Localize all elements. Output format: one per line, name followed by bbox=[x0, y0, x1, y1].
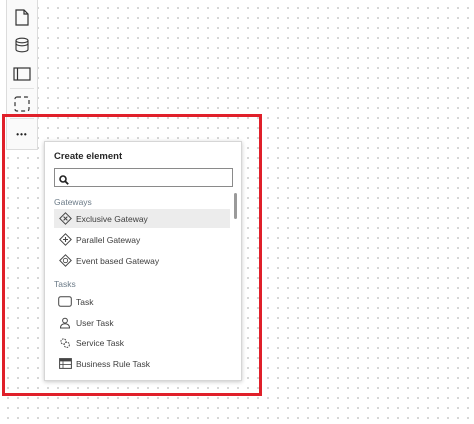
create-element-popup: Create element Gateways Exclusive Gatewa… bbox=[44, 141, 242, 381]
event-based-gateway-icon bbox=[54, 254, 76, 267]
search-box[interactable] bbox=[54, 168, 233, 187]
user-task-icon bbox=[54, 317, 76, 329]
element-list: Gateways Exclusive Gateway Parallel Gate… bbox=[45, 194, 235, 382]
business-rule-task-icon bbox=[54, 358, 76, 369]
search-input[interactable] bbox=[72, 171, 227, 184]
list-item-user-task[interactable]: User Task bbox=[54, 313, 230, 332]
create-pool-icon[interactable] bbox=[7, 60, 37, 88]
group-title-gateways: Gateways bbox=[54, 197, 92, 207]
palette-separator bbox=[10, 118, 34, 119]
parallel-gateway-icon bbox=[54, 233, 76, 246]
search-icon bbox=[59, 172, 69, 190]
list-item-exclusive-gateway[interactable]: Exclusive Gateway bbox=[54, 209, 230, 228]
list-item-event-based-gateway[interactable]: Event based Gateway bbox=[54, 251, 230, 270]
service-task-icon bbox=[54, 337, 76, 349]
group-title-tasks: Tasks bbox=[54, 279, 76, 289]
list-item-service-task[interactable]: Service Task bbox=[54, 333, 230, 352]
exclusive-gateway-icon bbox=[54, 212, 76, 225]
list-item-task[interactable]: Task bbox=[54, 292, 230, 311]
popup-title: Create element bbox=[54, 151, 123, 162]
list-item-parallel-gateway[interactable]: Parallel Gateway bbox=[54, 230, 230, 249]
create-data-store-icon[interactable] bbox=[7, 31, 37, 59]
scrollbar[interactable] bbox=[234, 193, 237, 219]
more-icon[interactable]: ••• bbox=[7, 120, 37, 148]
palette-separator bbox=[10, 88, 34, 89]
create-group-icon[interactable] bbox=[7, 90, 37, 118]
task-icon bbox=[54, 296, 76, 307]
tool-palette: ••• bbox=[6, 0, 38, 150]
list-item-business-rule-task[interactable]: Business Rule Task bbox=[54, 354, 230, 373]
create-page-icon[interactable] bbox=[7, 3, 37, 31]
